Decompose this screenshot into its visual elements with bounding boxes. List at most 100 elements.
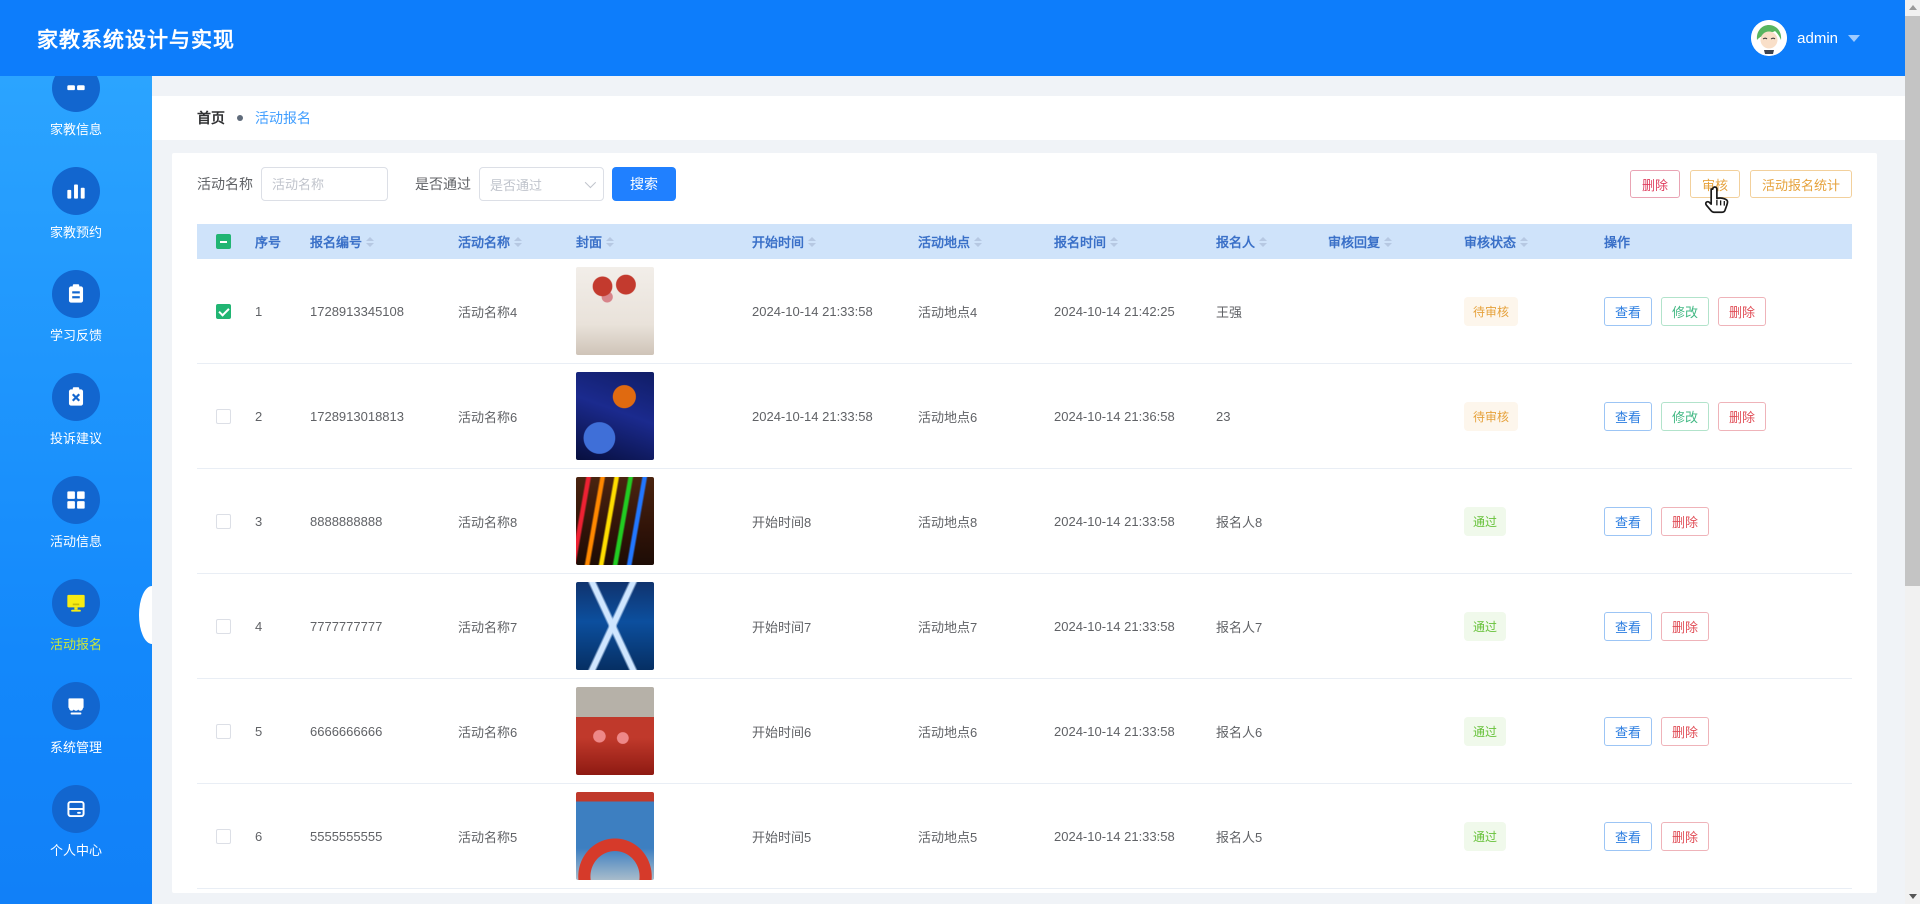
select-all-checkbox[interactable] (215, 234, 231, 249)
delete-row-button[interactable]: 删除 (1718, 296, 1767, 326)
row-checkbox[interactable] (215, 723, 231, 739)
table-row: 5 6666666666 活动名称6 开始时间6 活动地点6 2024-10-1… (197, 679, 1852, 784)
sort-icons[interactable] (606, 236, 615, 247)
sort-icons[interactable] (1384, 236, 1393, 247)
cell-signup-code: 1728913018813 (310, 408, 404, 424)
view-button[interactable]: 查看 (1604, 401, 1653, 431)
sidebar-item-tutor-info[interactable]: 家教信息 (0, 76, 152, 167)
cell-start-time: 开始时间7 (752, 619, 812, 635)
cell-start-time: 开始时间5 (752, 829, 812, 845)
activity-name-input[interactable] (261, 167, 388, 201)
sort-icons[interactable] (514, 236, 523, 247)
cover-image[interactable] (576, 477, 654, 565)
row-checkbox[interactable] (215, 828, 231, 844)
avatar[interactable] (1751, 20, 1788, 56)
table-row: 2 1728913018813 活动名称6 2024-10-14 21:33:5… (197, 364, 1852, 469)
cover-image[interactable] (576, 792, 654, 880)
cover-image[interactable] (576, 267, 654, 355)
cell-person: 王强 (1216, 304, 1243, 320)
sidebar-item-personal-center[interactable]: 个人中心 (0, 785, 152, 888)
delete-button[interactable]: 删除 (1629, 170, 1680, 198)
delete-row-button[interactable]: 删除 (1718, 401, 1767, 431)
view-button[interactable]: 查看 (1604, 506, 1653, 536)
delete-row-button[interactable]: 删除 (1661, 821, 1710, 851)
delete-row-button[interactable]: 删除 (1661, 506, 1710, 536)
user-menu[interactable]: admin (1751, 18, 1860, 58)
sort-icons[interactable] (1110, 236, 1119, 247)
column-header-label: 审核回复 (1328, 235, 1381, 250)
chevron-down-icon (584, 176, 597, 189)
cover-image[interactable] (576, 582, 654, 670)
sidebar-item-label: 系统管理 (49, 740, 102, 755)
stats-button[interactable]: 活动报名统计 (1749, 170, 1852, 198)
sort-icons[interactable] (1259, 236, 1268, 247)
breadcrumb-home[interactable]: 首页 (197, 108, 225, 128)
sidebar-item-activity-info[interactable]: 活动信息 (0, 476, 152, 579)
cell-seq: 5 (255, 723, 263, 739)
pass-filter-label: 是否通过 (415, 176, 471, 192)
column-header[interactable]: 审核状态 (1458, 232, 1598, 251)
pass-select[interactable]: 是否通过 (479, 167, 604, 201)
column-header[interactable]: 报名人 (1210, 232, 1322, 251)
breadcrumb-current[interactable]: 活动报名 (255, 108, 311, 128)
view-button[interactable]: 查看 (1604, 821, 1653, 851)
scroll-up-button[interactable] (1905, 0, 1920, 15)
cell-seq: 2 (255, 408, 263, 424)
edit-button[interactable]: 修改 (1661, 401, 1710, 431)
cell-actions: 查看 删除 (1598, 821, 1852, 851)
sidebar: 家教信息 家教预约 学习反馈 投诉建议 活动信息 活动报名 系统管理 个人中心 (0, 76, 152, 904)
sidebar-item-activity-signup[interactable]: 活动报名 (0, 579, 152, 682)
cell-signup-time: 2024-10-14 21:42:25 (1054, 303, 1175, 319)
cell-cover (570, 582, 746, 670)
sidebar-item-tutor-booking[interactable]: 家教预约 (0, 167, 152, 270)
delete-row-button[interactable]: 删除 (1661, 716, 1710, 746)
sort-icons[interactable] (808, 236, 817, 247)
column-header[interactable]: 封面 (570, 232, 746, 251)
cell-signup-time: 2024-10-14 21:36:58 (1054, 408, 1175, 424)
sidebar-item-system-management[interactable]: 系统管理 (0, 682, 152, 785)
row-checkbox[interactable] (215, 618, 231, 634)
cell-activity-name: 活动名称7 (458, 619, 518, 635)
cell-status: 通过 (1458, 611, 1598, 641)
scroll-down-button[interactable] (1905, 889, 1920, 904)
column-header[interactable]: 活动地点 (912, 232, 1048, 251)
breadcrumb-separator-dot (237, 115, 243, 121)
cover-image[interactable] (576, 687, 654, 775)
sort-icons[interactable] (974, 236, 983, 247)
column-header[interactable]: 审核回复 (1322, 232, 1458, 251)
cell-status: 通过 (1458, 821, 1598, 851)
delete-row-button[interactable]: 删除 (1661, 611, 1710, 641)
scroll-up-icon (1908, 5, 1917, 10)
sidebar-item-study-feedback[interactable]: 学习反馈 (0, 270, 152, 373)
sort-icons[interactable] (1520, 236, 1529, 247)
cover-image[interactable] (576, 372, 654, 460)
view-button[interactable]: 查看 (1604, 611, 1653, 641)
column-header: 序号 (249, 232, 304, 251)
sort-icons[interactable] (366, 236, 375, 247)
pass-select-placeholder: 是否通过 (490, 177, 543, 193)
column-header[interactable]: 活动名称 (452, 232, 570, 251)
scrollbar-thumb[interactable] (1905, 16, 1920, 586)
row-checkbox[interactable] (215, 408, 231, 424)
status-badge: 通过 (1464, 506, 1507, 536)
search-button[interactable]: 搜索 (612, 167, 676, 201)
view-button[interactable]: 查看 (1604, 716, 1653, 746)
sidebar-item-complaint[interactable]: 投诉建议 (0, 373, 152, 476)
study-feedback-icon (52, 270, 100, 318)
column-header-label: 报名人 (1216, 235, 1256, 250)
edit-button[interactable]: 修改 (1661, 296, 1710, 326)
audit-button[interactable]: 审核 (1689, 170, 1740, 198)
row-checkbox[interactable] (215, 303, 231, 319)
activity-info-icon (52, 476, 100, 524)
cell-place: 活动地点6 (918, 409, 978, 425)
row-checkbox[interactable] (215, 513, 231, 529)
view-button[interactable]: 查看 (1604, 296, 1653, 326)
column-header[interactable]: 报名时间 (1048, 232, 1210, 251)
cell-place: 活动地点4 (918, 304, 978, 320)
cell-status: 待审核 (1458, 401, 1598, 431)
column-header[interactable]: 报名编号 (304, 232, 452, 251)
cell-signup-code: 1728913345108 (310, 303, 404, 319)
table-row: 6 5555555555 活动名称5 开始时间5 活动地点5 2024-10-1… (197, 784, 1852, 889)
column-header[interactable]: 开始时间 (746, 232, 912, 251)
sidebar-item-label: 学习反馈 (49, 328, 102, 343)
